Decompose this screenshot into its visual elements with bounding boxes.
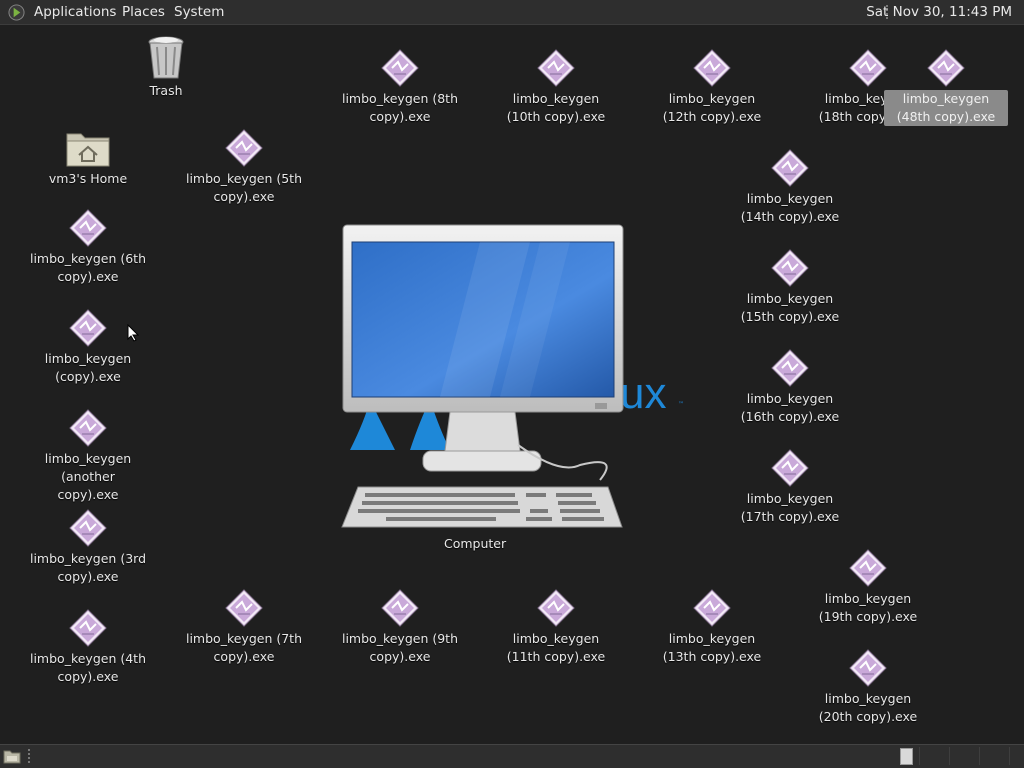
svg-text:™: ™: [678, 401, 684, 408]
exe-file-icon: [381, 49, 419, 87]
exe-file-icon: [771, 249, 809, 287]
computer-icon: [341, 224, 624, 528]
trash-icon: [148, 36, 184, 79]
exe-file-label: limbo_keygen (another copy).exe: [44, 451, 132, 502]
exe-file-label: limbo_keygen (10th copy).exe: [506, 91, 606, 124]
exe-file-icon: [693, 49, 731, 87]
exe-desktop-item[interactable]: limbo_keygen (14th copy).exe: [728, 148, 852, 226]
exe-file-icon: [381, 589, 419, 627]
exe-desktop-item[interactable]: limbo_keygen (13th copy).exe: [650, 588, 774, 666]
exe-file-label: limbo_keygen (14th copy).exe: [740, 191, 840, 224]
workspace-4[interactable]: [986, 747, 1010, 765]
exe-file-icon: [849, 49, 887, 87]
clock[interactable]: Sat Nov 30, 11:43 PM: [866, 4, 1012, 20]
workspace-3[interactable]: [956, 747, 980, 765]
exe-desktop-item[interactable]: limbo_keygen (17th copy).exe: [728, 448, 852, 526]
exe-file-label: limbo_keygen (48th copy).exe: [884, 90, 1008, 126]
exe-desktop-item[interactable]: limbo_keygen (48th copy).exe: [884, 48, 1008, 126]
exe-file-label: limbo_keygen (16th copy).exe: [740, 391, 840, 424]
exe-file-label: limbo_keygen (9th copy).exe: [341, 631, 458, 664]
exe-file-label: limbo_keygen (7th copy).exe: [185, 631, 302, 664]
menu-system[interactable]: System: [174, 4, 224, 20]
exe-desktop-item[interactable]: limbo_keygen (8th copy).exe: [338, 48, 462, 126]
exe-file-label: limbo_keygen (19th copy).exe: [818, 591, 918, 624]
workspace-1[interactable]: [896, 747, 920, 765]
exe-file-label: limbo_keygen (15th copy).exe: [740, 291, 840, 324]
home-folder-icon: [66, 133, 110, 167]
exe-file-icon: [771, 149, 809, 187]
workspace-2[interactable]: [926, 747, 950, 765]
exe-desktop-item[interactable]: limbo_keygen (12th copy).exe: [650, 48, 774, 126]
bottom-panel: [0, 744, 1024, 768]
exe-file-icon: [69, 509, 107, 547]
computer-icon-art[interactable]: [330, 215, 630, 539]
exe-file-icon: [537, 589, 575, 627]
exe-file-icon: [225, 129, 263, 167]
exe-file-icon: [225, 589, 263, 627]
exe-desktop-item[interactable]: limbo_keygen (19th copy).exe: [806, 548, 930, 626]
exe-file-icon: [69, 609, 107, 647]
exe-file-label: limbo_keygen (11th copy).exe: [506, 631, 606, 664]
taskbar-handle[interactable]: [28, 749, 30, 765]
exe-file-icon: [771, 449, 809, 487]
exe-desktop-item[interactable]: limbo_keygen (11th copy).exe: [494, 588, 618, 666]
exe-desktop-item[interactable]: limbo_keygen (4th copy).exe: [26, 608, 150, 686]
exe-desktop-item[interactable]: limbo_keygen (5th copy).exe: [182, 128, 306, 206]
exe-desktop-item[interactable]: limbo_keygen (another copy).exe: [26, 408, 150, 504]
exe-file-icon: [849, 649, 887, 687]
exe-desktop-item[interactable]: limbo_keygen (16th copy).exe: [728, 348, 852, 426]
home-folder-label: vm3's Home: [48, 171, 128, 186]
exe-file-label: limbo_keygen (12th copy).exe: [662, 91, 762, 124]
exe-desktop-item[interactable]: limbo_keygen (20th copy).exe: [806, 648, 930, 726]
exe-file-icon: [69, 209, 107, 247]
exe-file-icon: [927, 49, 965, 87]
exe-file-label: limbo_keygen (13th copy).exe: [662, 631, 762, 664]
exe-file-label: limbo_keygen (copy).exe: [44, 351, 132, 384]
computer-label[interactable]: Computer: [444, 536, 506, 551]
exe-desktop-item[interactable]: limbo_keygen (copy).exe: [26, 308, 150, 386]
exe-file-icon: [537, 49, 575, 87]
exe-file-icon: [69, 309, 107, 347]
mouse-cursor-icon: [127, 324, 139, 342]
exe-file-icon: [693, 589, 731, 627]
show-desktop-icon[interactable]: [3, 748, 21, 764]
exe-file-icon: [849, 549, 887, 587]
exe-desktop-item[interactable]: limbo_keygen (6th copy).exe: [26, 208, 150, 286]
exe-file-label: limbo_keygen (5th copy).exe: [185, 171, 302, 204]
trash-label: Trash: [149, 83, 183, 98]
exe-desktop-item[interactable]: limbo_keygen (15th copy).exe: [728, 248, 852, 326]
exe-file-label: limbo_keygen (20th copy).exe: [818, 691, 918, 724]
exe-file-label: limbo_keygen (17th copy).exe: [740, 491, 840, 524]
exe-desktop-item[interactable]: limbo_keygen (3rd copy).exe: [26, 508, 150, 586]
exe-file-icon: [69, 409, 107, 447]
exe-desktop-item[interactable]: limbo_keygen (7th copy).exe: [182, 588, 306, 666]
app-menu-icon[interactable]: [8, 4, 25, 21]
trash-desktop-item[interactable]: Trash: [104, 34, 228, 100]
exe-file-label: limbo_keygen (6th copy).exe: [29, 251, 146, 284]
top-panel: Applications Places System Sat Nov 30, 1…: [0, 0, 1024, 25]
home-folder-desktop-item[interactable]: vm3's Home: [26, 128, 150, 188]
exe-file-label: limbo_keygen (8th copy).exe: [341, 91, 458, 124]
exe-desktop-item[interactable]: limbo_keygen (10th copy).exe: [494, 48, 618, 126]
menu-places[interactable]: Places: [122, 4, 165, 20]
exe-desktop-item[interactable]: limbo_keygen (9th copy).exe: [338, 588, 462, 666]
menu-applications[interactable]: Applications: [34, 4, 116, 20]
exe-file-label: limbo_keygen (3rd copy).exe: [29, 551, 147, 584]
exe-file-label: limbo_keygen (4th copy).exe: [29, 651, 146, 684]
exe-file-icon: [771, 349, 809, 387]
